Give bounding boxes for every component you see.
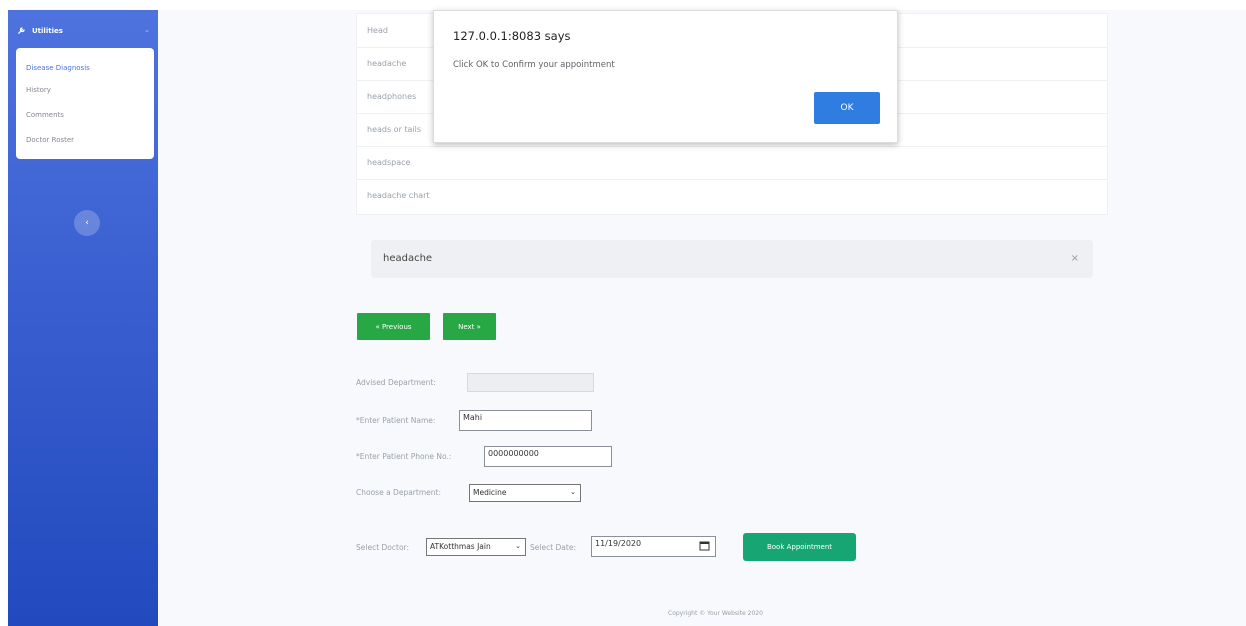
sidebar-item-doctor-roster[interactable]: Doctor Roster	[26, 136, 74, 144]
doctor-label: Select Doctor:	[356, 543, 410, 552]
patient-name-label: *Enter Patient Name:	[356, 416, 436, 425]
suggestion-label: headache	[367, 59, 407, 68]
department-select[interactable]: Medicine ⌄	[469, 484, 581, 502]
patient-phone-field[interactable]: 0000000000	[484, 446, 612, 467]
patient-name-field[interactable]: Mahi	[459, 410, 592, 431]
close-icon[interactable]: ×	[1071, 253, 1079, 264]
suggestion-label: headphones	[367, 92, 417, 101]
suggestion-item[interactable]: headspace	[357, 146, 1107, 180]
sidebar-item-disease-diagnosis[interactable]: Disease Diagnosis	[26, 64, 90, 72]
dialog-title: 127.0.0.1:8083 says	[453, 29, 571, 43]
date-label: Select Date:	[530, 543, 576, 552]
wrench-icon	[18, 26, 26, 36]
footer-copyright: Copyright © Your Website 2020	[668, 610, 763, 617]
confirm-dialog: 127.0.0.1:8083 says Click OK to Confirm …	[433, 10, 898, 143]
next-button[interactable]: Next »	[443, 313, 496, 340]
ok-button[interactable]: OK	[814, 92, 880, 124]
chevron-left-icon: ‹	[85, 218, 89, 228]
sidebar-heading-label: Utilities	[32, 27, 63, 35]
doctor-select-value: ATKotthmas Jain	[430, 542, 491, 551]
suggestion-item[interactable]: headache chart	[357, 179, 1107, 212]
advised-department-field	[467, 373, 594, 392]
selected-symptom-label: headache	[383, 253, 433, 264]
sidebar-heading[interactable]: Utilities	[18, 26, 63, 36]
advised-department-label: Advised Department:	[356, 378, 436, 387]
sidebar-item-comments[interactable]: Comments	[26, 111, 64, 119]
book-appointment-button[interactable]: Book Appointment	[743, 533, 856, 561]
patient-phone-label: *Enter Patient Phone No.:	[356, 452, 452, 461]
date-field[interactable]: 11/19/2020	[591, 536, 716, 557]
department-label: Choose a Department:	[356, 488, 441, 497]
dialog-message: Click OK to Confirm your appointment	[453, 60, 615, 70]
department-select-value: Medicine	[473, 488, 507, 497]
chevron-down-icon: ⌄	[570, 488, 576, 496]
doctor-select[interactable]: ATKotthmas Jain ⌄	[426, 538, 526, 556]
previous-button[interactable]: « Previous	[357, 313, 430, 340]
calendar-icon[interactable]	[699, 540, 710, 553]
suggestion-label: heads or tails	[367, 125, 422, 134]
suggestion-label: headache chart	[367, 191, 430, 200]
sidebar-submenu: Disease Diagnosis History Comments Docto…	[16, 48, 154, 159]
date-field-value: 11/19/2020	[595, 539, 642, 548]
sidebar-item-history[interactable]: History	[26, 86, 51, 94]
sidebar: Utilities ⌄ Disease Diagnosis History Co…	[8, 10, 158, 626]
sidebar-toggle-button[interactable]: ‹	[74, 210, 100, 236]
search-input-value: Head	[367, 26, 388, 35]
chevron-down-icon: ⌄	[515, 542, 521, 550]
chevron-down-icon[interactable]: ⌄	[144, 26, 150, 34]
suggestion-label: headspace	[367, 158, 411, 167]
selected-symptom-chip: headache ×	[371, 240, 1093, 278]
